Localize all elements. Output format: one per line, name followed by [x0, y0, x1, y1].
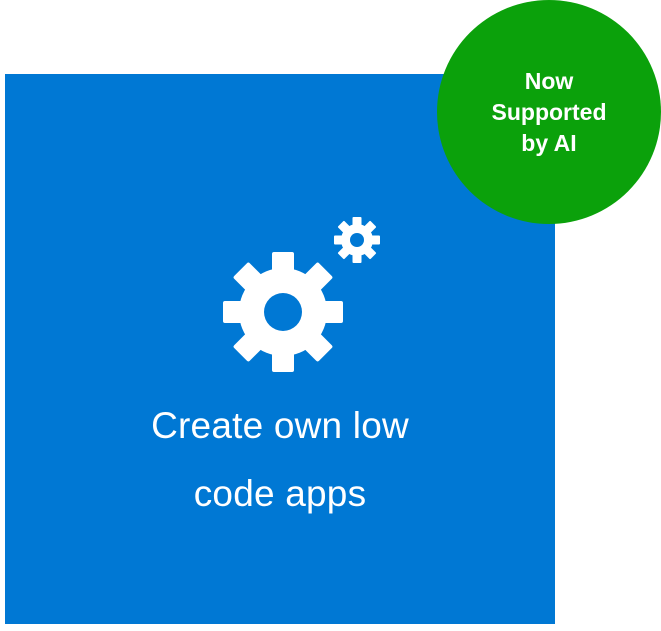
- badge-line-2: Supported: [491, 98, 607, 125]
- tile-label-line-2: code apps: [193, 473, 367, 514]
- small-gear-icon: [334, 217, 380, 263]
- ai-supported-badge: Now Supported by AI: [437, 0, 661, 224]
- large-gear-icon: [223, 252, 343, 372]
- tile-label: Create own low code apps: [5, 392, 555, 528]
- tile-label-line-1: Create own low: [151, 405, 409, 446]
- badge-line-3: by AI: [521, 129, 577, 156]
- badge-line-1: Now: [524, 67, 574, 94]
- gear-icon: [223, 217, 380, 372]
